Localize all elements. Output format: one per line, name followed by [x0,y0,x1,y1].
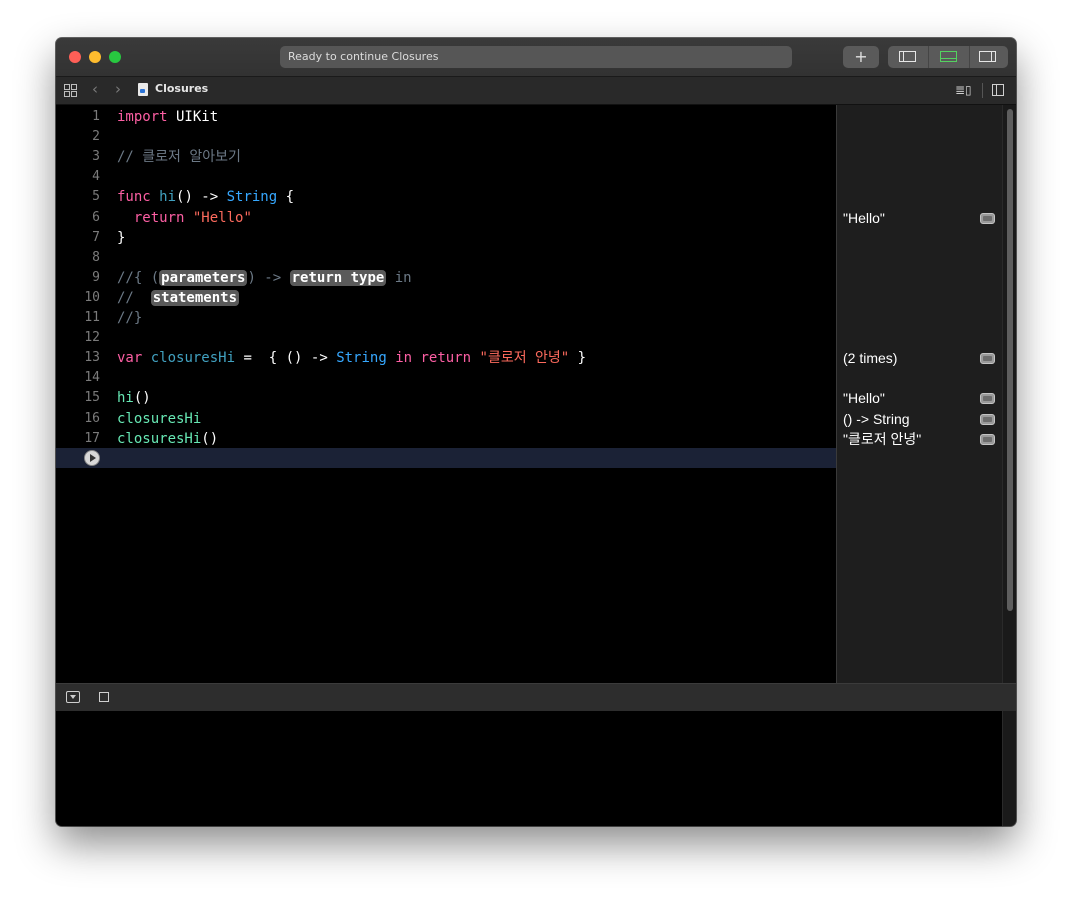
minimize-window-button[interactable] [89,51,101,63]
current-line[interactable] [56,448,836,468]
code-line[interactable]: 6 return "Hello" [56,208,836,228]
result-value: "Hello" [843,390,885,407]
code-line[interactable]: 15 hi() [56,388,836,408]
results-sidebar: "Hello" (2 times) "Hello" () -> String "클로저 … [836,105,1002,683]
back-arrow-icon[interactable]: ‹ [92,80,98,98]
toggle-navigator-button[interactable] [888,46,928,68]
related-items-grid-icon[interactable] [64,84,77,97]
add-library-button[interactable]: + [843,46,879,68]
editor-options-icon[interactable]: ≣▯ [955,83,975,97]
code-line[interactable]: 17 closuresHi() [56,429,836,449]
debug-area-bar [56,683,1016,711]
breadcrumb-file[interactable]: Closures [155,82,208,95]
code-text[interactable]: import UIKit [117,107,218,127]
add-editor-icon[interactable] [992,84,1004,96]
result-value: () -> String [843,410,910,427]
console-output[interactable] [56,711,1002,826]
line-number: 2 [92,129,100,145]
quick-look-icon[interactable] [980,212,995,224]
code-text[interactable]: hi() [117,388,151,408]
line-number: 1 [92,109,100,124]
code-text[interactable]: // 클로저 알아보기 [117,147,241,167]
editor-scroll-thumb[interactable] [1007,109,1013,611]
titlebar: Ready to continue Closures + [56,38,1016,77]
jumpbar-divider [982,83,983,98]
code-line[interactable]: 3 // 클로저 알아보기 [56,147,836,167]
code-editor[interactable]: 1 import UIKit 2 3 // 클로저 알아보기 4 5 func hi() ->… [56,105,836,683]
line-number: 13 [84,350,100,366]
code-line[interactable]: 4 [56,167,836,187]
pane-toggle-group [888,46,1008,68]
clear-console-icon[interactable] [99,692,109,702]
line-number: 9 [92,269,100,285]
line-number: 11 [84,310,100,325]
code-line[interactable]: 16 closuresHi [56,409,836,429]
code-line[interactable]: 9 //{ (parameters) -> return type in [56,268,836,288]
toggle-debug-area-button[interactable] [928,46,970,68]
code-line[interactable]: 8 [56,248,836,268]
zoom-window-button[interactable] [109,51,121,63]
code-line[interactable]: 14 [56,368,836,388]
line-number: 6 [92,209,100,225]
code-line[interactable]: 10 // statements [56,288,836,308]
quick-look-icon[interactable] [980,413,995,425]
line-number: 7 [92,229,100,245]
code-text[interactable]: } [117,228,125,248]
code-line[interactable]: 11 //} [56,308,836,328]
run-play-icon[interactable] [84,450,100,466]
result-value: "Hello" [843,209,885,226]
code-line[interactable]: 2 [56,127,836,147]
code-text[interactable]: func hi() -> String { [117,187,294,207]
line-number: 14 [84,370,100,386]
close-window-button[interactable] [69,51,81,63]
quick-look-icon[interactable] [980,433,995,445]
activity-status-field: Ready to continue Closures [280,46,792,68]
line-number: 5 [92,189,100,205]
line-number: 16 [84,410,100,426]
line-number: 17 [84,430,100,446]
result-value: (2 times) [843,350,898,367]
line-number: 15 [84,390,100,406]
code-text[interactable]: // statements [117,288,240,308]
editor-scrollbar[interactable] [1002,105,1016,683]
left-pane-icon [899,51,916,62]
toggle-inspector-button[interactable] [968,46,1008,68]
console-scrollbar[interactable] [1002,711,1016,826]
quick-look-icon[interactable] [980,393,995,405]
bottom-pane-icon [940,51,957,62]
code-line[interactable]: 12 [56,328,836,348]
code-text[interactable]: return "Hello" [117,208,252,228]
line-number: 10 [84,289,100,305]
jump-bar: ‹ › Closures ≣▯ [56,77,1016,105]
hide-debug-area-icon[interactable] [66,691,80,703]
swift-file-icon [138,83,148,96]
code-text[interactable]: //} [117,308,142,328]
xcode-playground-window: Ready to continue Closures + ‹ › Closure… [56,38,1016,826]
result-value: "클로저 안녕" [843,430,922,447]
code-text[interactable]: var closuresHi = { () -> String in retur… [117,348,586,368]
line-number: 4 [92,169,100,185]
code-line[interactable]: 1 import UIKit [56,107,836,127]
line-number: 12 [84,330,100,346]
code-text[interactable]: //{ (parameters) -> return type in [117,268,412,288]
line-number: 3 [92,149,100,165]
code-text[interactable]: closuresHi() [117,429,218,449]
code-text[interactable]: closuresHi [117,409,201,429]
code-line[interactable]: 5 func hi() -> String { [56,187,836,207]
line-number: 8 [92,249,100,265]
quick-look-icon[interactable] [980,353,995,365]
forward-arrow-icon[interactable]: › [115,80,121,98]
right-pane-icon [979,51,996,62]
code-line[interactable]: 13 var closuresHi = { () -> String in ret… [56,348,836,368]
code-line[interactable]: 7} [56,228,836,248]
